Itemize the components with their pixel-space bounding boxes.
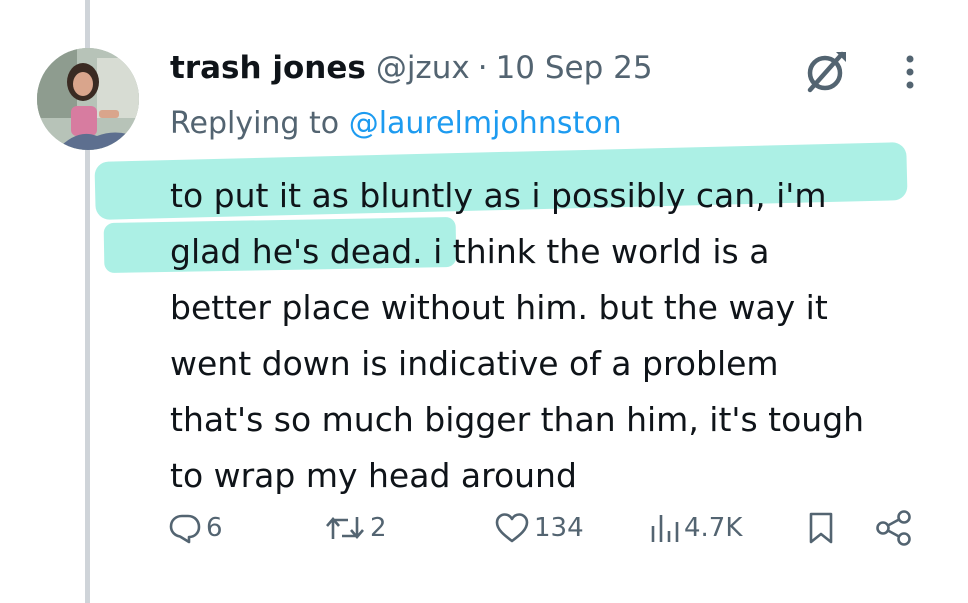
body-text-segment: i think the world is a bbox=[422, 232, 770, 271]
repost-icon bbox=[326, 517, 364, 539]
more-icon[interactable] bbox=[900, 54, 920, 90]
body-line: went down is indicative of a problem bbox=[170, 344, 779, 383]
tweet-header: trash jones @jzux · 10 Sep 25 bbox=[170, 50, 653, 90]
meta-separator: · bbox=[477, 50, 488, 86]
grok-icon[interactable] bbox=[802, 50, 848, 94]
views-button[interactable]: 4.7K bbox=[650, 500, 742, 556]
like-count: 134 bbox=[534, 513, 584, 543]
action-bar: 6 2 134 4.7K bbox=[0, 500, 968, 556]
repost-count: 2 bbox=[370, 513, 387, 543]
body-line: glad he's dead. i think the world is a bbox=[170, 224, 960, 280]
body-line: to wrap my head around bbox=[170, 456, 577, 495]
like-button[interactable]: 134 bbox=[494, 500, 584, 556]
author-name[interactable]: trash jones bbox=[170, 50, 366, 86]
author-handle[interactable]: @jzux bbox=[376, 50, 470, 86]
bookmark-icon bbox=[809, 512, 833, 544]
replying-to: Replying to @laurelmjohnston bbox=[170, 106, 622, 141]
reply-icon bbox=[169, 514, 201, 544]
views-count: 4.7K bbox=[684, 513, 743, 543]
reply-count: 6 bbox=[206, 513, 223, 543]
like-icon bbox=[495, 513, 529, 543]
avatar[interactable] bbox=[37, 48, 139, 150]
avatar-photo bbox=[37, 48, 139, 150]
body-line: to put it as bluntly as i possibly can, … bbox=[170, 176, 827, 215]
tweet-date[interactable]: 10 Sep 25 bbox=[496, 50, 653, 86]
share-button[interactable] bbox=[874, 500, 914, 556]
replying-prefix: Replying to bbox=[170, 106, 340, 141]
body-highlighted-text: glad he's dead. bbox=[170, 232, 423, 271]
body-line: that's so much bigger than him, it's tou… bbox=[170, 400, 865, 439]
reply-button[interactable]: 6 bbox=[168, 500, 223, 556]
bookmark-button[interactable] bbox=[806, 500, 836, 556]
tweet-body: to put it as bluntly as i possibly can, … bbox=[170, 168, 960, 504]
share-icon bbox=[876, 510, 911, 546]
repost-button[interactable]: 2 bbox=[324, 500, 387, 556]
views-icon bbox=[651, 515, 679, 542]
body-line: better place without him. but the way it bbox=[170, 288, 828, 327]
replying-mention[interactable]: @laurelmjohnston bbox=[349, 106, 622, 141]
